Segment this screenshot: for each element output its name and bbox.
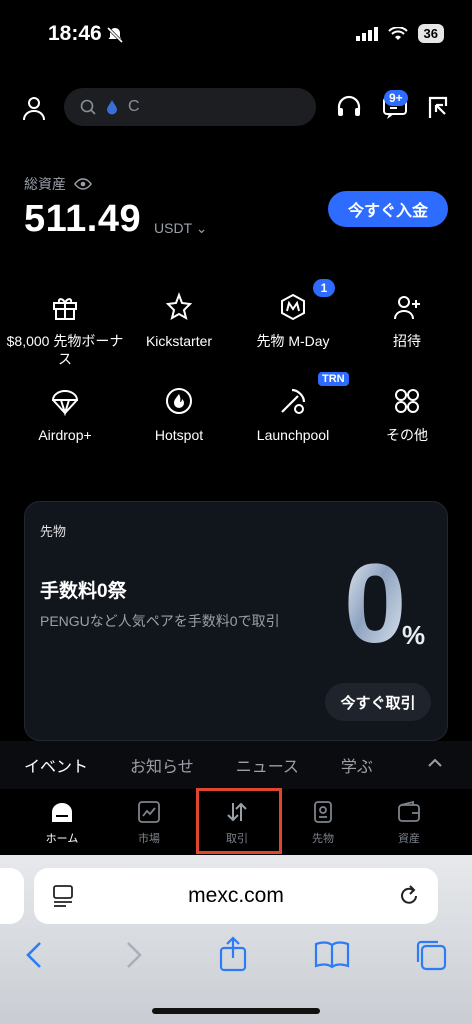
futures-icon [314,801,332,823]
airdrop-icon [51,390,79,416]
user-icon[interactable] [20,94,48,122]
grid-label: その他 [386,427,428,443]
currency-selector[interactable]: USDT ⌄ [154,220,207,237]
drop-icon [107,100,117,115]
grid-label: $8,000 先物ボーナス [6,333,124,367]
grid-label: Airdrop+ [38,427,92,443]
more-icon [395,389,419,413]
balance-value: 511.49 [24,198,142,240]
m-day-icon [281,293,305,321]
grid-item-bonus[interactable]: $8,000 先物ボーナス [6,292,124,368]
status-time: 18:46 [48,22,102,45]
tab-learn[interactable]: 学ぶ [341,753,373,777]
hotspot-icon [166,388,192,414]
zero-text: 0 [344,546,406,656]
launchpool-badge: TRN [318,372,349,386]
tab-events[interactable]: イベント [24,753,88,777]
reload-icon[interactable] [398,884,420,908]
gift-icon [53,298,77,320]
percent-text: % [402,620,425,650]
bookmarks-icon[interactable] [314,940,350,970]
invite-icon [394,296,420,320]
market-icon [138,801,160,823]
tabs-icon[interactable] [414,938,448,972]
status-icons: 36 [355,24,444,43]
share-icon[interactable] [218,936,248,972]
promo-tag: 先物 [40,524,67,539]
home-indicator [152,1008,320,1014]
wallet-icon [398,800,420,822]
wifi-icon [387,26,408,40]
grid-item-airdrop[interactable]: Airdrop+ [6,386,124,444]
trade-highlight-box [196,788,282,854]
launchpool-icon [281,388,306,414]
search-icon [80,99,96,115]
grid-item-more[interactable]: その他 [348,386,466,444]
grid-item-invite[interactable]: 招待 [348,292,466,350]
deposit-button[interactable]: 今すぐ入金 [328,191,448,227]
eye-icon[interactable] [74,178,92,190]
search-placeholder: C [128,98,140,115]
promo-description: PENGUなど人気ペアを手数料0で取引 [40,613,280,629]
grid-label: Kickstarter [145,333,213,349]
nav-home[interactable]: ホーム [32,800,92,846]
mday-badge: 1 [313,279,335,297]
nav-market[interactable]: 市場 [119,800,179,846]
back-icon[interactable] [24,940,44,970]
address-bar[interactable]: mexc.com [34,868,438,924]
grid-item-hotspot[interactable]: Hotspot [120,386,238,444]
promo-title: 手数料0祭 [40,581,127,602]
grid-label: 先物 M-Day [256,333,330,349]
home-icon [52,803,72,822]
grid-label: 招待 [393,333,421,349]
grid-item-mday[interactable]: 先物 M-Day [234,292,352,350]
chevron-down-icon: ⌄ [195,220,208,236]
tab-announcements[interactable]: お知らせ [130,753,194,777]
previous-tab-peek[interactable] [0,868,24,924]
assets-label: 総資産 [24,174,92,194]
expand-icon[interactable] [422,92,452,122]
grid-label: Hotspot [154,427,204,443]
bell-muted-icon [106,26,124,44]
grid-label: Launchpool [256,427,330,443]
nav-assets[interactable]: 資産 [379,800,439,846]
nav-futures[interactable]: 先物 [293,800,353,846]
trade-now-button[interactable]: 今すぐ取引 [325,683,431,721]
search-input[interactable]: C [64,88,316,126]
zero-percent-graphic: 0 % [344,546,425,656]
battery-level: 36 [417,24,444,43]
message-badge: 9+ [384,90,408,106]
grid-item-kickstarter[interactable]: Kickstarter [120,292,238,350]
forward-icon[interactable] [124,940,144,970]
url-text: mexc.com [188,884,284,907]
headset-icon[interactable] [334,92,364,122]
reader-icon[interactable] [52,884,74,908]
chevron-up-icon[interactable] [426,754,444,772]
tab-news[interactable]: ニュース [236,753,299,777]
kickstarter-icon [165,292,193,321]
grid-item-launchpool[interactable]: Launchpool [234,386,352,444]
signal-icon [355,26,378,41]
news-tabs: イベント お知らせ ニュース 学ぶ [0,741,472,789]
